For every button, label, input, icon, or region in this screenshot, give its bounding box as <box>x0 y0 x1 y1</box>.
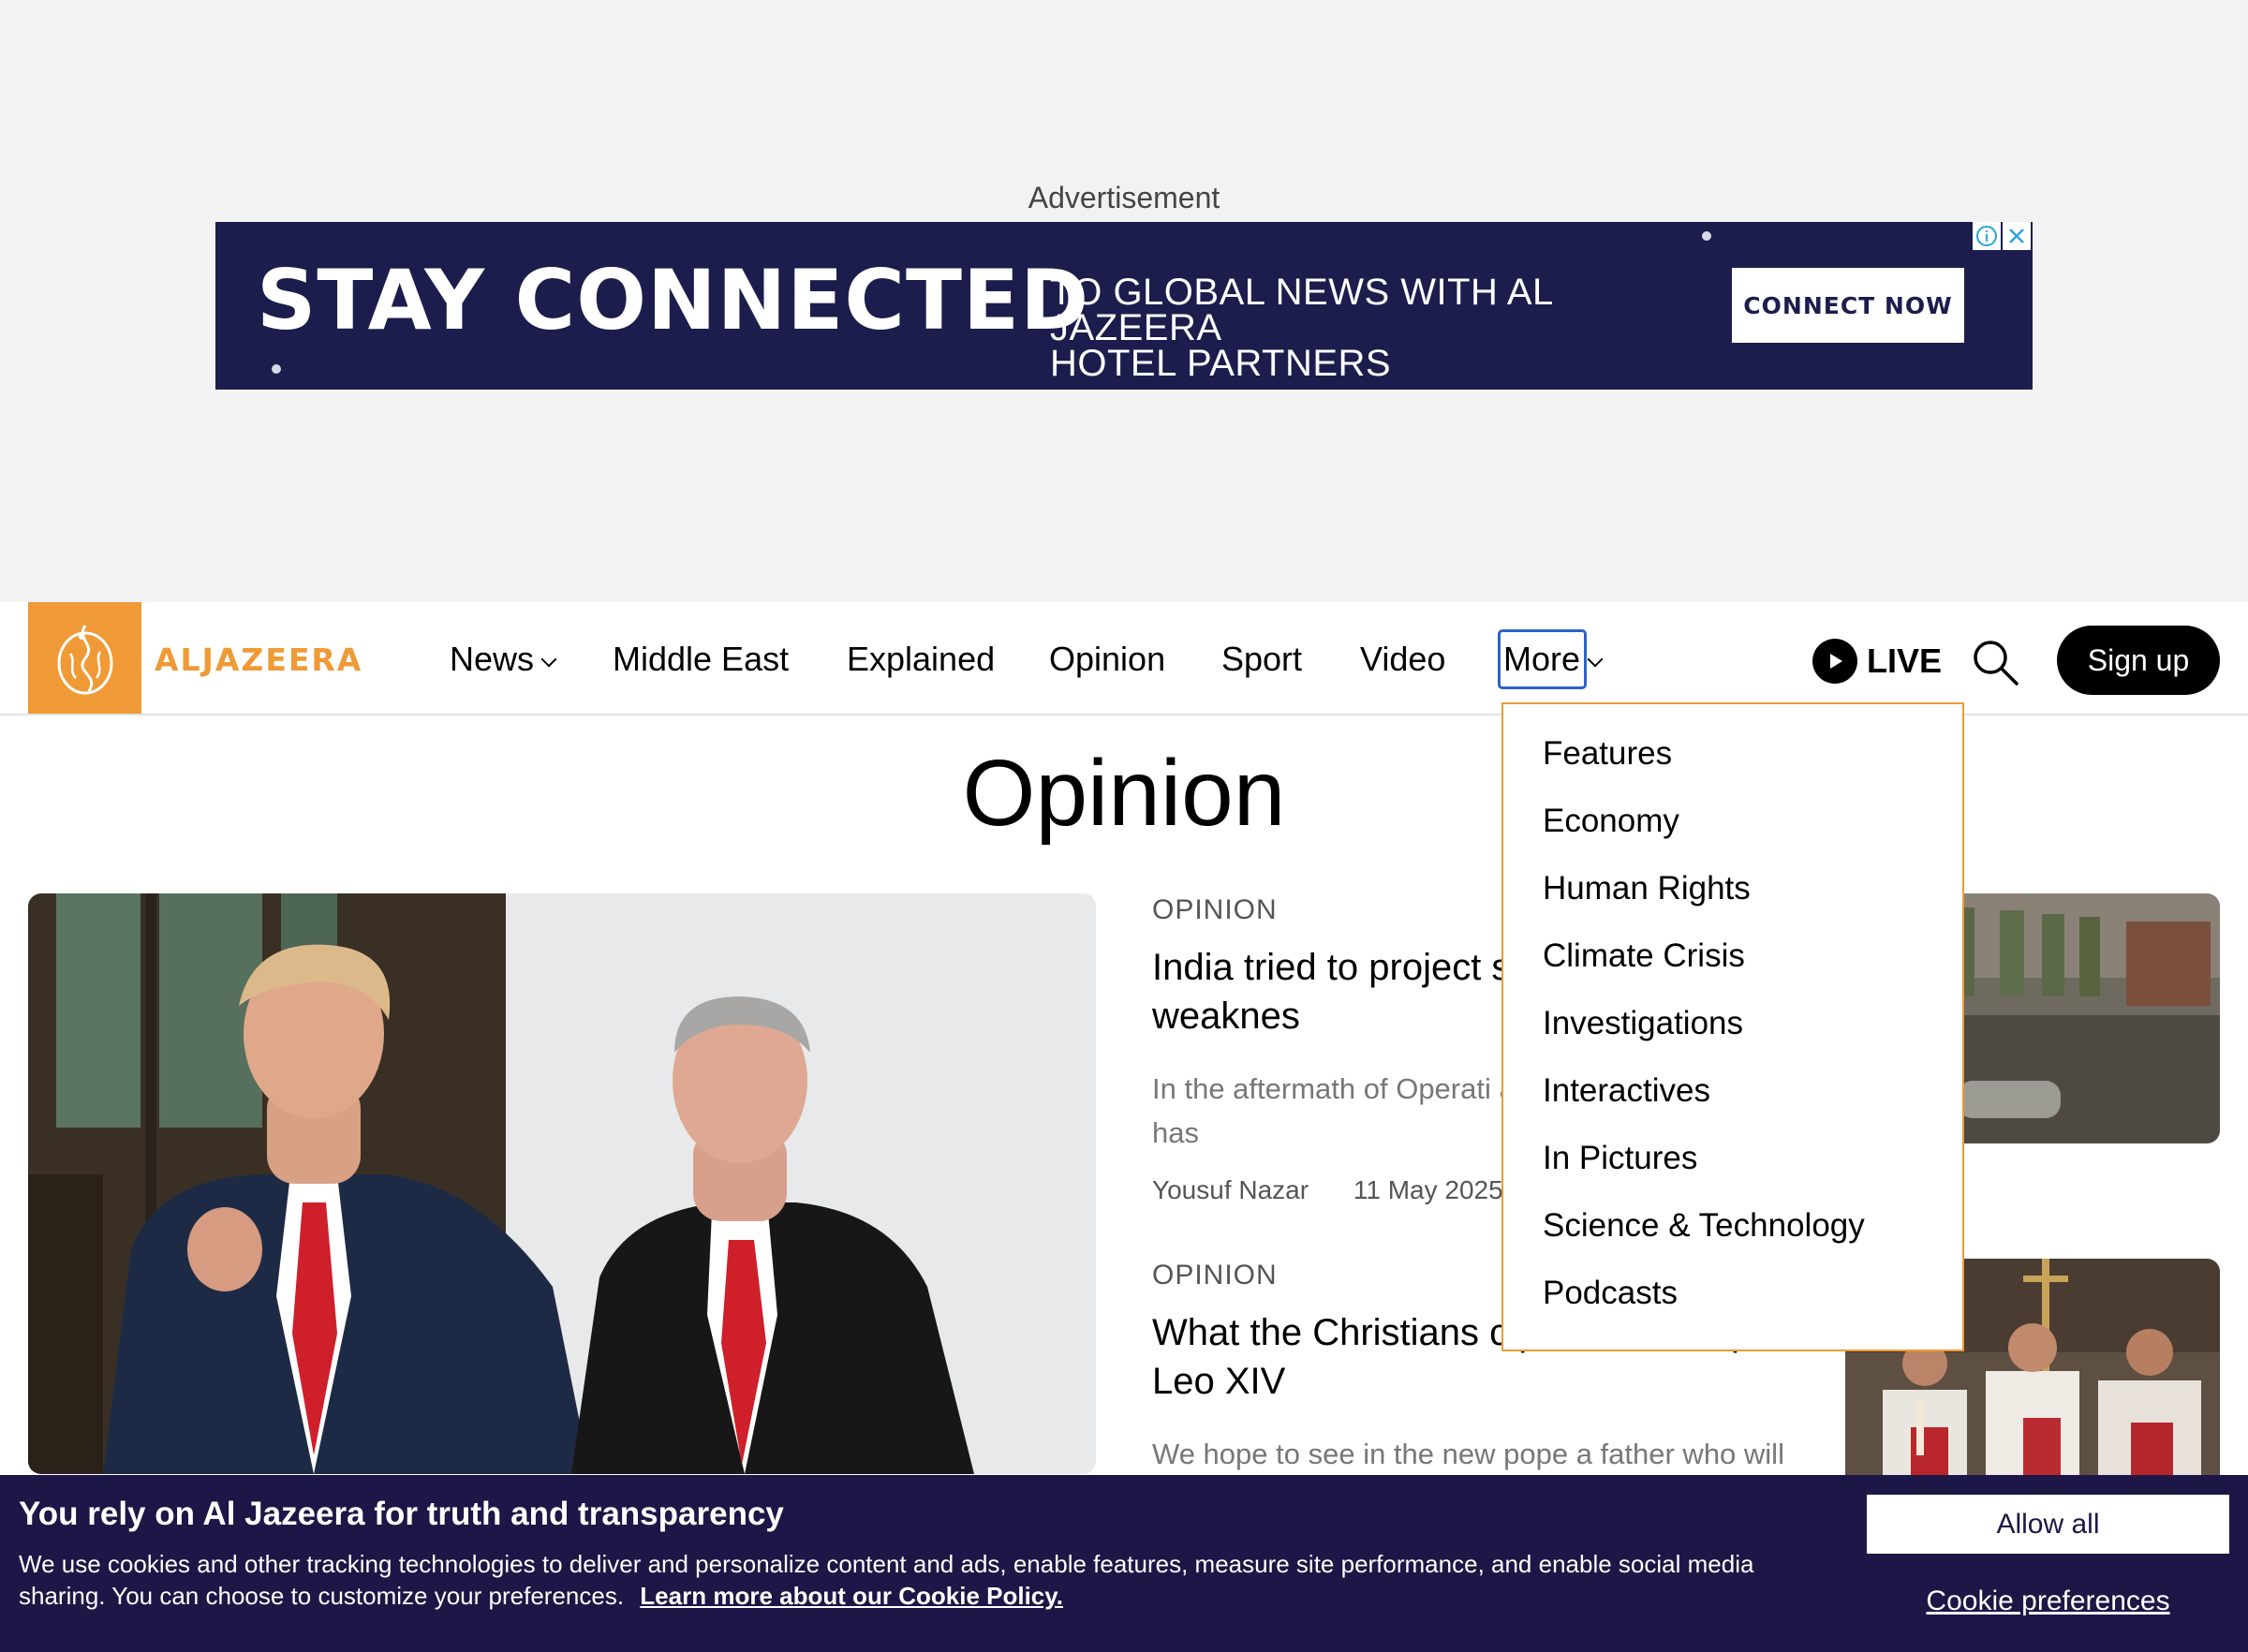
ad-decoration-dot <box>1702 231 1711 241</box>
ad-subtext-line: HOTEL PARTNERS <box>1050 343 1392 384</box>
cookie-preferences-link[interactable]: Cookie preferences <box>1867 1586 2229 1617</box>
menu-item-human-rights[interactable]: Human Rights <box>1503 860 1962 927</box>
nav-item-news[interactable]: News <box>450 640 534 679</box>
info-icon[interactable] <box>1973 222 2001 250</box>
logo-wordmark[interactable]: ALJAZEERA <box>155 642 362 678</box>
allow-all-button[interactable]: Allow all <box>1867 1495 2229 1554</box>
chevron-down-icon[interactable] <box>1587 651 1604 668</box>
nav-item-middle-east[interactable]: Middle East <box>613 640 789 679</box>
connect-now-button[interactable]: CONNECT NOW <box>1732 268 1964 343</box>
cookie-consent-banner: You rely on Al Jazeera for truth and tra… <box>0 1475 2248 1652</box>
cookie-description: We use cookies and other tracking techno… <box>19 1548 1798 1612</box>
nav-item-opinion[interactable]: Opinion <box>1049 640 1165 679</box>
advertisement-label: Advertisement <box>1028 181 1220 214</box>
article-author[interactable]: Yousuf Nazar <box>1152 1175 1309 1204</box>
live-label: LIVE <box>1867 642 1943 680</box>
advertisement-zone: Advertisement STAY CONNECTED TO GLOBAL N… <box>0 0 2248 602</box>
article-summary: We hope to see in the new pope a father … <box>1152 1438 1784 1470</box>
menu-item-climate-crisis[interactable]: Climate Crisis <box>1503 927 1962 995</box>
hero-article-image[interactable] <box>28 893 1096 1474</box>
search-icon[interactable] <box>1971 638 2019 686</box>
menu-item-features[interactable]: Features <box>1503 725 1962 792</box>
menu-item-economy[interactable]: Economy <box>1503 792 1962 860</box>
menu-item-investigations[interactable]: Investigations <box>1503 995 1962 1062</box>
ad-headline: STAY CONNECTED <box>257 252 1090 348</box>
nav-item-video[interactable]: Video <box>1360 640 1445 679</box>
live-button[interactable]: LIVE <box>1812 639 1942 684</box>
menu-item-podcasts[interactable]: Podcasts <box>1503 1264 1962 1332</box>
main-navigation: ALJAZEERA News Middle East Explained Opi… <box>0 602 2248 715</box>
menu-item-in-pictures[interactable]: In Pictures <box>1503 1129 1962 1197</box>
nav-item-sport[interactable]: Sport <box>1221 640 1302 679</box>
sign-up-button[interactable]: Sign up <box>2057 626 2220 695</box>
menu-item-science-technology[interactable]: Science & Technology <box>1503 1197 1962 1264</box>
menu-item-interactives[interactable]: Interactives <box>1503 1062 1962 1129</box>
more-dropdown-menu: Features Economy Human Rights Climate Cr… <box>1501 702 1964 1351</box>
ad-subtext: TO GLOBAL NEWS WITH AL JAZEERA HOTEL PAR… <box>1050 272 1724 384</box>
ad-decoration-dot <box>272 364 281 374</box>
cookie-title: You rely on Al Jazeera for truth and tra… <box>19 1496 784 1532</box>
nav-item-explained[interactable]: Explained <box>847 640 995 679</box>
close-icon[interactable] <box>2003 222 2031 250</box>
cookie-policy-link[interactable]: Learn more about our Cookie Policy. <box>640 1582 1063 1610</box>
aljazeera-logo-icon[interactable] <box>28 602 141 714</box>
play-icon <box>1812 639 1857 684</box>
article-date: 11 May 2025 <box>1353 1175 1503 1204</box>
chevron-down-icon[interactable] <box>540 651 557 668</box>
nav-item-more[interactable]: More <box>1503 640 1580 679</box>
ad-subtext-line: TO GLOBAL NEWS WITH AL JAZEERA <box>1050 272 1553 348</box>
ad-banner[interactable]: STAY CONNECTED TO GLOBAL NEWS WITH AL JA… <box>215 222 2033 390</box>
